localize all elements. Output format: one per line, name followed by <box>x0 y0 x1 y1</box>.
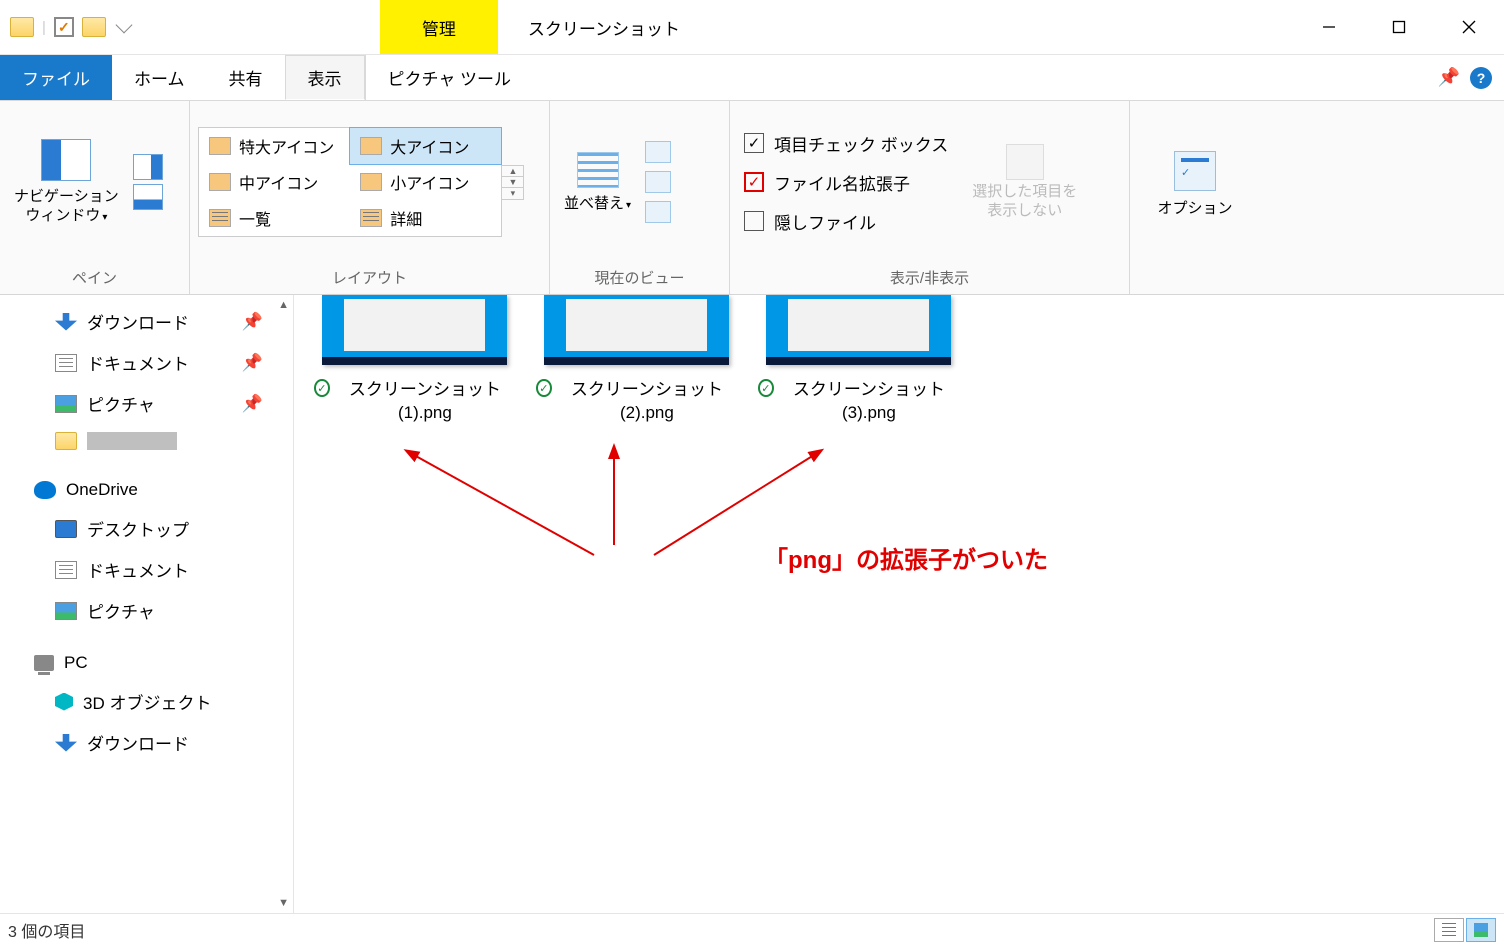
file-name: スクリーンショット (2).png <box>558 379 736 425</box>
item-count: 3 個の項目 <box>8 918 85 942</box>
navigation-pane-icon <box>41 139 91 181</box>
group-by-icon[interactable] <box>645 141 671 163</box>
options-label: オプション <box>1157 197 1232 218</box>
checkbox-hidden-files[interactable]: 隠しファイル <box>744 209 948 234</box>
file-item[interactable]: ✓ スクリーンショット (3).png <box>758 295 958 425</box>
maximize-button[interactable] <box>1364 0 1434 54</box>
title-bar: | ✓ 管理 スクリーンショット <box>0 0 1504 55</box>
annotation-text: 「png」の拡張子がついた <box>764 540 1048 575</box>
group-label-pane: ペイン <box>0 263 189 294</box>
add-columns-icon[interactable] <box>645 171 671 193</box>
view-details-button[interactable] <box>1434 918 1464 942</box>
redacted-label <box>87 432 177 450</box>
sort-icon <box>577 152 619 188</box>
tree-3d-objects[interactable]: 3D オブジェクト <box>0 681 293 722</box>
pin-icon: 📌 <box>242 353 263 373</box>
pc-icon <box>34 655 54 671</box>
layout-medium[interactable]: 中アイコン <box>199 164 350 200</box>
tab-picture-tools[interactable]: ピクチャ ツール <box>365 55 534 100</box>
layout-gallery[interactable]: 特大アイコン 大アイコン 中アイコン 小アイコン 一覧 詳細 <box>198 127 502 237</box>
file-name: スクリーンショット (1).png <box>336 379 514 425</box>
checkbox-item-checkboxes[interactable]: ✓項目チェック ボックス <box>744 131 948 156</box>
navigation-pane-button[interactable]: ナビゲーション ウィンドウ▾ <box>14 139 119 226</box>
layout-large[interactable]: 大アイコン <box>349 127 502 165</box>
thumbnail <box>544 295 729 365</box>
document-icon <box>55 561 77 579</box>
picture-icon <box>55 602 77 620</box>
file-name: スクリーンショット (3).png <box>780 379 958 425</box>
3d-objects-icon <box>55 693 73 711</box>
hide-selected-button: 選択した項目を 表示しない <box>972 144 1077 221</box>
thumbnail <box>322 295 507 365</box>
tree-onedrive[interactable]: OneDrive <box>0 472 293 508</box>
ribbon: ナビゲーション ウィンドウ▾ ペイン 特大アイコン 大アイコン 中アイコン 小ア… <box>0 101 1504 295</box>
close-button[interactable] <box>1434 0 1504 54</box>
layout-extra-large[interactable]: 特大アイコン <box>199 128 350 164</box>
tree-pc[interactable]: PC <box>0 645 293 681</box>
tree-downloads[interactable]: ダウンロード📌 <box>0 301 293 342</box>
download-icon <box>55 313 77 331</box>
group-label-layout: レイアウト <box>190 263 549 294</box>
tab-view[interactable]: 表示 <box>285 55 365 100</box>
tab-share[interactable]: 共有 <box>207 55 285 100</box>
gallery-scroll-up[interactable]: ▲ <box>502 166 523 177</box>
tree-desktop[interactable]: デスクトップ <box>0 508 293 549</box>
hide-selected-icon <box>1006 144 1044 180</box>
file-list[interactable]: ✓ スクリーンショット (1).png ✓ スクリーンショット (2).png ✓ ス… <box>294 295 1504 913</box>
tree-folder[interactable] <box>0 424 293 458</box>
file-item[interactable]: ✓ スクリーンショット (1).png <box>314 295 514 425</box>
sync-check-icon: ✓ <box>758 379 774 397</box>
desktop-icon <box>55 520 77 538</box>
options-button[interactable]: オプション <box>1157 151 1232 218</box>
sort-label: 並べ替え <box>564 195 624 212</box>
file-item[interactable]: ✓ スクリーンショット (2).png <box>536 295 736 425</box>
view-thumbnails-button[interactable] <box>1466 918 1496 942</box>
checkbox-file-extensions[interactable]: ✓ファイル名拡張子 <box>744 170 948 195</box>
contextual-tab[interactable]: 管理 <box>380 0 498 54</box>
layout-details[interactable]: 詳細 <box>350 200 501 236</box>
tree-documents-2[interactable]: ドキュメント <box>0 549 293 590</box>
tree-downloads-2[interactable]: ダウンロード <box>0 722 293 763</box>
tree-pictures[interactable]: ピクチャ📌 <box>0 383 293 424</box>
qat-checkbox-icon[interactable]: ✓ <box>54 17 74 37</box>
tree-pictures-2[interactable]: ピクチャ <box>0 590 293 631</box>
gallery-expand[interactable]: ▾ <box>502 188 523 199</box>
folder-icon <box>10 17 34 37</box>
picture-icon <box>55 395 77 413</box>
layout-list[interactable]: 一覧 <box>199 200 350 236</box>
sync-check-icon: ✓ <box>314 379 330 397</box>
tree-documents[interactable]: ドキュメント📌 <box>0 342 293 383</box>
layout-small[interactable]: 小アイコン <box>350 164 501 200</box>
navigation-tree[interactable]: ▲ ダウンロード📌 ドキュメント📌 ピクチャ📌 OneDrive デスクトップ … <box>0 295 294 913</box>
pin-icon: 📌 <box>242 394 263 414</box>
folder-icon <box>55 432 77 450</box>
group-label-currentview: 現在のビュー <box>550 263 729 294</box>
preview-pane-icon[interactable] <box>133 154 163 180</box>
options-icon <box>1174 151 1216 191</box>
tab-home[interactable]: ホーム <box>112 55 207 100</box>
scroll-up-icon[interactable]: ▲ <box>278 299 289 311</box>
group-label-showhide: 表示/非表示 <box>730 263 1129 294</box>
sync-check-icon: ✓ <box>536 379 552 397</box>
scroll-down-icon[interactable]: ▼ <box>278 897 289 909</box>
folder-icon <box>82 17 106 37</box>
ribbon-tabs: ファイル ホーム 共有 表示 ピクチャ ツール 📌 ? <box>0 55 1504 101</box>
download-icon <box>55 734 77 752</box>
sort-button[interactable]: 並べ替え▾ <box>564 152 631 213</box>
tab-file[interactable]: ファイル <box>0 55 112 100</box>
minimize-button[interactable] <box>1294 0 1364 54</box>
help-icon[interactable]: ? <box>1470 67 1492 89</box>
qat-dropdown-icon[interactable] <box>115 17 132 34</box>
thumbnail <box>766 295 951 365</box>
gallery-scroll-down[interactable]: ▼ <box>502 177 523 188</box>
status-bar: 3 個の項目 <box>0 913 1504 945</box>
pin-icon: 📌 <box>242 312 263 332</box>
window-title: スクリーンショット <box>528 15 680 40</box>
document-icon <box>55 354 77 372</box>
details-pane-icon[interactable] <box>133 184 163 210</box>
pin-icon[interactable]: 📌 <box>1438 67 1460 88</box>
onedrive-icon <box>34 481 56 499</box>
size-columns-icon[interactable] <box>645 201 671 223</box>
